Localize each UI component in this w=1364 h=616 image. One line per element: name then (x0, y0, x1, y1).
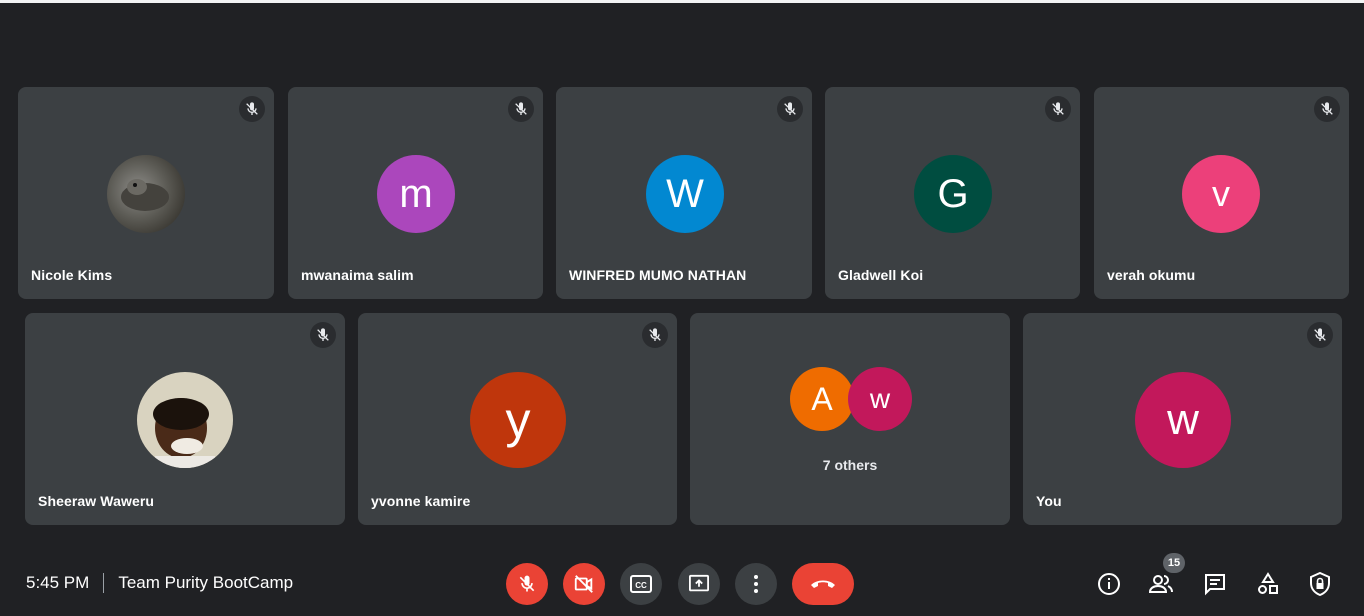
meeting-time: 5:45 PM (26, 573, 90, 592)
mic-off-icon (1314, 96, 1340, 122)
avatar: G (914, 155, 992, 233)
chat-button[interactable] (1200, 569, 1230, 599)
svg-text:CC: CC (635, 581, 647, 590)
participant-tile-mwanaima[interactable]: m mwanaima salim (288, 87, 543, 299)
activities-button[interactable] (1253, 569, 1283, 599)
mic-off-icon (508, 96, 534, 122)
participant-tile-you[interactable]: w You (1023, 313, 1342, 525)
people-icon (1148, 575, 1173, 593)
people-count-badge: 15 (1163, 553, 1185, 573)
avatar: m (377, 155, 455, 233)
participant-tile-winfred[interactable]: W WINFRED MUMO NATHAN (556, 87, 812, 299)
participant-tile-yvonne[interactable]: y yvonne kamire (358, 313, 677, 525)
more-options-button[interactable] (735, 563, 777, 605)
avatar: w (1135, 372, 1231, 468)
participant-tile-gladwell[interactable]: G Gladwell Koi (825, 87, 1080, 299)
avatar: y (470, 372, 566, 468)
divider (103, 573, 105, 593)
info-icon (1098, 573, 1120, 595)
others-tile[interactable]: A w 7 others (690, 313, 1010, 525)
avatar: A (790, 367, 854, 431)
hangup-icon (811, 580, 835, 588)
participant-name: Nicole Kims (31, 267, 113, 283)
mic-toggle-button[interactable] (506, 563, 548, 605)
avatar (107, 155, 185, 233)
participant-name: Sheeraw Waweru (38, 493, 155, 509)
present-icon (689, 574, 709, 592)
more-vert-icon (754, 575, 758, 593)
mic-off-icon (642, 322, 668, 348)
shield-lock-icon (1310, 572, 1330, 596)
others-count: 7 others (822, 457, 878, 473)
avatar: W (646, 155, 724, 233)
participant-name: You (1036, 493, 1062, 509)
participant-name: mwanaima salim (301, 267, 414, 283)
avatar (137, 372, 233, 468)
meeting-info: 5:45 PM Team Purity BootCamp (26, 573, 293, 593)
camera-off-icon (574, 575, 593, 593)
participant-tile-sheeraw[interactable]: Sheeraw Waweru (25, 313, 345, 525)
host-controls-button[interactable] (1305, 569, 1335, 599)
participant-name: verah okumu (1107, 267, 1196, 283)
activities-icon (1258, 572, 1278, 594)
participant-name: Gladwell Koi (838, 267, 924, 283)
participant-name: yvonne kamire (371, 493, 471, 509)
mic-off-icon (519, 575, 535, 592)
captions-icon: CC (630, 575, 652, 593)
top-border (0, 0, 1364, 3)
mic-off-icon (310, 322, 336, 348)
captions-button[interactable]: CC (620, 563, 662, 605)
participant-name: WINFRED MUMO NATHAN (569, 267, 747, 283)
present-button[interactable] (678, 563, 720, 605)
mic-off-icon (1307, 322, 1333, 348)
avatar: w (848, 367, 912, 431)
meeting-title: Team Purity BootCamp (118, 573, 294, 592)
participant-tile-nicole[interactable]: Nicole Kims (18, 87, 274, 299)
leave-call-button[interactable] (792, 563, 854, 605)
chat-icon (1205, 574, 1225, 596)
mic-off-icon (239, 96, 265, 122)
people-button[interactable] (1146, 569, 1176, 599)
camera-toggle-button[interactable] (563, 563, 605, 605)
mic-off-icon (1045, 96, 1071, 122)
avatar: v (1182, 155, 1260, 233)
participant-tile-verah[interactable]: v verah okumu (1094, 87, 1349, 299)
meeting-details-button[interactable] (1094, 569, 1124, 599)
mic-off-icon (777, 96, 803, 122)
